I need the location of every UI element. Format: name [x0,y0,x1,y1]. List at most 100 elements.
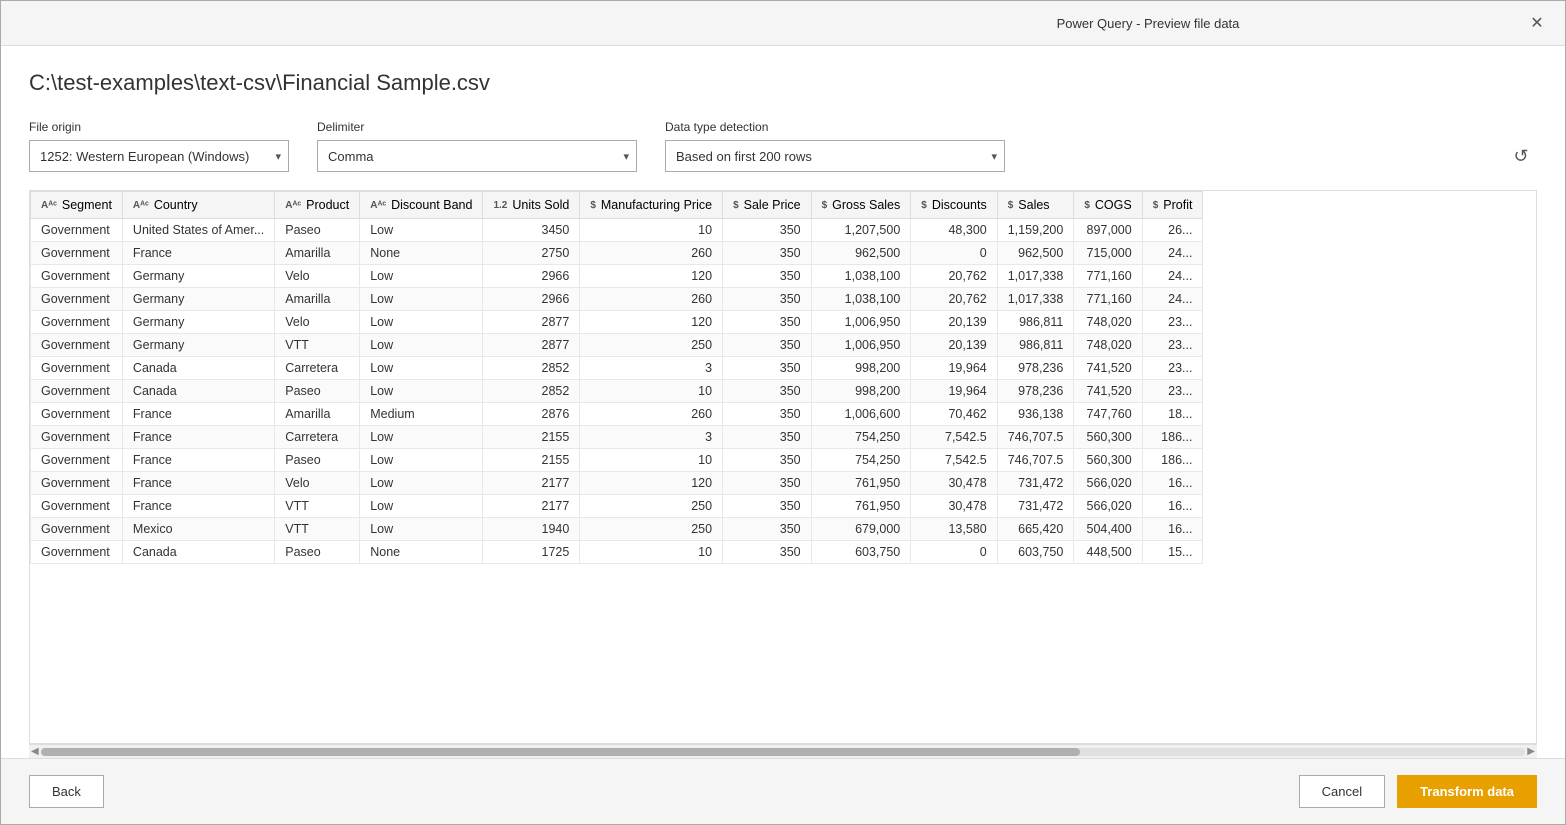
table-cell: 2966 [483,265,580,288]
horizontal-scrollbar[interactable]: ◀ ▶ [29,744,1537,758]
table-cell: Government [31,541,123,564]
segment-type-icon: Aᴬᶜ [41,200,57,211]
delimiter-group: Delimiter Comma Tab Semicolon Space Colo… [317,120,637,172]
scroll-left-icon[interactable]: ◀ [31,746,39,757]
table-cell: 30,478 [911,495,997,518]
table-cell: 731,472 [997,495,1074,518]
table-cell: 748,020 [1074,311,1142,334]
col-product-label: Product [306,198,349,212]
table-cell: 1,159,200 [997,219,1074,242]
close-button[interactable]: ✕ [1525,11,1549,35]
table-cell: 962,500 [997,242,1074,265]
col-sale-price: $ Sale Price [723,192,812,219]
back-button[interactable]: Back [29,775,104,808]
cancel-button[interactable]: Cancel [1299,775,1385,808]
table-cell: 23... [1142,311,1203,334]
table-cell: Low [360,265,483,288]
col-sales: $ Sales [997,192,1074,219]
table-cell: Government [31,334,123,357]
col-discount-band-label: Discount Band [391,198,472,212]
table-cell: 2155 [483,426,580,449]
table-cell: 566,020 [1074,495,1142,518]
table-cell: Low [360,426,483,449]
delimiter-select[interactable]: Comma Tab Semicolon Space Colon Custom [317,140,637,172]
table-cell: 120 [580,311,723,334]
table-row: GovernmentCanadaPaseoNone172510350603,75… [31,541,1203,564]
table-cell: 20,762 [911,265,997,288]
col-units-sold-label: Units Sold [512,198,569,212]
dialog: Power Query - Preview file data ✕ C:\tes… [0,0,1566,825]
col-country-label: Country [154,198,198,212]
table-cell: Canada [122,357,274,380]
table-cell: 962,500 [811,242,911,265]
table-cell: Government [31,518,123,541]
file-origin-select[interactable]: 1252: Western European (Windows) 65001: … [29,140,289,172]
table-cell: Low [360,334,483,357]
table-cell: VTT [275,334,360,357]
data-type-detection-select[interactable]: Based on first 200 rows Based on entire … [665,140,1005,172]
table-cell: 2155 [483,449,580,472]
main-content: C:\test-examples\text-csv\Financial Samp… [1,46,1565,758]
table-cell: 747,760 [1074,403,1142,426]
table-cell: Velo [275,311,360,334]
table-cell: 978,236 [997,380,1074,403]
controls-row: File origin 1252: Western European (Wind… [29,120,1537,172]
table-cell: 48,300 [911,219,997,242]
table-cell: 771,160 [1074,288,1142,311]
table-cell: 1,006,950 [811,311,911,334]
table-cell: 986,811 [997,334,1074,357]
table-cell: 10 [580,449,723,472]
col-segment: Aᴬᶜ Segment [31,192,123,219]
table-cell: 18... [1142,403,1203,426]
table-cell: 560,300 [1074,449,1142,472]
scroll-track[interactable] [41,748,1526,756]
refresh-button[interactable]: ↺ [1505,140,1537,172]
data-table-container[interactable]: Aᴬᶜ Segment Aᴬᶜ Country [29,190,1537,744]
table-cell: 250 [580,518,723,541]
table-cell: 2177 [483,472,580,495]
table-cell: 0 [911,242,997,265]
table-cell: Canada [122,380,274,403]
table-row: GovernmentFranceVTTLow2177250350761,9503… [31,495,1203,518]
scroll-right-icon[interactable]: ▶ [1527,746,1535,757]
table-cell: Low [360,518,483,541]
table-cell: Government [31,449,123,472]
table-cell: None [360,242,483,265]
table-cell: 10 [580,380,723,403]
table-cell: 1,006,600 [811,403,911,426]
table-cell: Germany [122,265,274,288]
col-product: Aᴬᶜ Product [275,192,360,219]
table-cell: 936,138 [997,403,1074,426]
table-row: GovernmentFranceAmarillaNone275026035096… [31,242,1203,265]
scroll-thumb[interactable] [41,748,1080,756]
table-cell: Paseo [275,541,360,564]
table-cell: 16... [1142,495,1203,518]
table-cell: 731,472 [997,472,1074,495]
col-gross-sales-label: Gross Sales [832,198,900,212]
col-profit: $ Profit [1142,192,1203,219]
table-cell: 746,707.5 [997,449,1074,472]
table-cell: 10 [580,219,723,242]
table-cell: 24... [1142,242,1203,265]
data-type-detection-wrapper: Based on first 200 rows Based on entire … [665,140,1005,172]
table-cell: 761,950 [811,472,911,495]
table-cell: 350 [723,426,812,449]
table-cell: United States of Amer... [122,219,274,242]
table-cell: 746,707.5 [997,426,1074,449]
table-cell: VTT [275,518,360,541]
table-cell: 350 [723,403,812,426]
table-cell: 24... [1142,265,1203,288]
table-cell: 120 [580,472,723,495]
table-cell: 1,017,338 [997,265,1074,288]
table-cell: Government [31,426,123,449]
cogs-type-icon: $ [1084,200,1090,211]
col-gross-sales: $ Gross Sales [811,192,911,219]
col-sale-price-label: Sale Price [744,198,801,212]
table-cell: Government [31,472,123,495]
table-cell: 20,762 [911,288,997,311]
refresh-icon: ↺ [1513,146,1528,167]
table-cell: Government [31,242,123,265]
delimiter-label: Delimiter [317,120,637,134]
footer: Back Cancel Transform data [1,758,1565,824]
transform-data-button[interactable]: Transform data [1397,775,1537,808]
